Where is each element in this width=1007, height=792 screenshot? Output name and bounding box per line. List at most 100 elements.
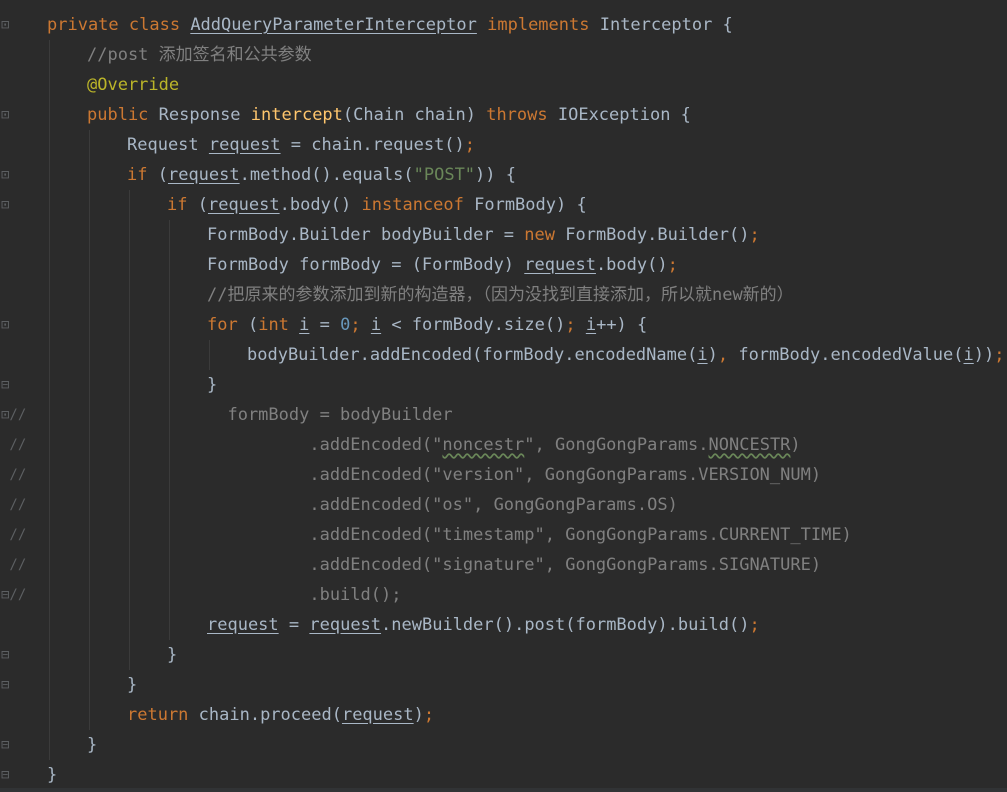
code-token: Response xyxy=(158,105,251,125)
code-line[interactable]: FormBody formBody = (FormBody) request.b… xyxy=(0,250,1007,280)
code-line[interactable]: ⊟} xyxy=(0,730,1007,760)
code-line[interactable]: // .addEncoded("os", GongGongParams.OS) xyxy=(0,490,1007,520)
fold-icon: ⊟ xyxy=(1,767,10,783)
code-token: = xyxy=(278,615,310,635)
code-line[interactable]: bodyBuilder.addEncoded(formBody.encodedN… xyxy=(0,340,1007,370)
gutter-marker[interactable]: ⊡// xyxy=(1,400,31,430)
code-token: ( xyxy=(157,165,168,185)
gutter-marker[interactable]: // xyxy=(1,430,31,460)
code-token: bodyBuilder.addEncoded(formBody.encodedN… xyxy=(247,345,698,365)
code-token: (Chain chain) xyxy=(342,105,487,125)
code-token: NONCESTR xyxy=(708,435,791,455)
gutter-marker[interactable] xyxy=(1,700,31,730)
gutter-marker[interactable]: ⊟// xyxy=(1,580,31,610)
code-token: Interceptor { xyxy=(599,15,733,35)
code-token: ; xyxy=(994,345,1005,365)
code-line[interactable]: ⊡ public Response intercept(Chain chain) … xyxy=(0,100,1007,130)
gutter-marker[interactable]: // xyxy=(1,520,31,550)
code-line[interactable]: // .addEncoded("noncestr", GongGongParam… xyxy=(0,430,1007,460)
code-token: request xyxy=(208,135,281,155)
code-token: "POST" xyxy=(413,165,476,185)
code-token: < formBody.size() xyxy=(381,315,566,335)
code-token: chain.proceed( xyxy=(198,705,342,725)
gutter-marker[interactable]: ⊡ xyxy=(1,310,31,340)
code-token: } xyxy=(47,765,58,785)
gutter-marker[interactable]: // xyxy=(1,550,31,580)
code-text: Request request = chain.request(); xyxy=(127,130,475,160)
code-line[interactable]: //把原来的参数添加到新的构造器，（因为没找到直接添加，所以就new新的） xyxy=(0,280,1007,310)
code-text: @Override xyxy=(87,70,179,100)
code-text: .addEncoded("os", GongGongParams.OS) xyxy=(207,490,678,520)
gutter-marker[interactable]: // xyxy=(1,490,31,520)
code-line[interactable]: ⊡ if (request.method().equals("POST")) { xyxy=(0,160,1007,190)
gutter-marker[interactable]: ⊟ xyxy=(1,760,31,790)
code-line[interactable]: // .addEncoded("signature", GongGongPara… xyxy=(0,550,1007,580)
code-line[interactable]: Request request = chain.request(); xyxy=(0,130,1007,160)
code-token: formBody = bodyBuilder xyxy=(207,405,453,425)
code-line[interactable]: ⊡// formBody = bodyBuilder xyxy=(0,400,1007,430)
gutter-marker[interactable] xyxy=(1,610,31,640)
code-token: )) xyxy=(973,345,995,365)
gutter-marker[interactable]: ⊟ xyxy=(1,730,31,760)
code-token: private xyxy=(47,15,129,35)
fold-icon: ⊡ xyxy=(1,17,10,33)
code-line[interactable]: // .addEncoded("timestamp", GongGongPara… xyxy=(0,520,1007,550)
code-line[interactable]: @Override xyxy=(0,70,1007,100)
gutter-marker[interactable] xyxy=(1,130,31,160)
code-token: ; xyxy=(423,705,435,725)
gutter-marker[interactable] xyxy=(1,280,31,310)
code-line[interactable]: //post 添加签名和公共参数 xyxy=(0,40,1007,70)
fold-icon: ⊟ xyxy=(1,677,10,693)
gutter-marker[interactable] xyxy=(1,250,31,280)
code-text: } xyxy=(207,370,217,400)
commented-line-marker: // xyxy=(1,467,27,483)
code-line[interactable]: ⊡ for (int i = 0; i < formBody.size(); i+… xyxy=(0,310,1007,340)
code-line[interactable]: ⊟} xyxy=(0,760,1007,790)
code-token: ++) { xyxy=(596,315,648,335)
code-token: ( xyxy=(197,195,208,215)
code-line[interactable]: ⊟} xyxy=(0,640,1007,670)
code-token: if xyxy=(127,165,158,185)
code-line[interactable]: request = request.newBuilder().post(form… xyxy=(0,610,1007,640)
code-line[interactable]: ⊟} xyxy=(0,670,1007,700)
gutter-marker[interactable] xyxy=(1,70,31,100)
gutter-marker[interactable]: ⊡ xyxy=(1,100,31,130)
code-line[interactable]: return chain.proceed(request); xyxy=(0,700,1007,730)
code-token: )) { xyxy=(475,165,516,185)
code-line[interactable]: // .addEncoded("version", GongGongParams… xyxy=(0,460,1007,490)
code-area[interactable]: ⊡ private class AddQueryParameterIntercep… xyxy=(0,10,1007,790)
code-token: intercept xyxy=(250,105,343,125)
code-text: request = request.newBuilder().post(form… xyxy=(207,610,760,640)
gutter-marker[interactable]: ⊡ xyxy=(1,190,31,220)
code-line[interactable]: ⊡ if (request.body() instanceof FormBody)… xyxy=(0,190,1007,220)
code-token: } xyxy=(127,675,138,695)
code-editor[interactable]: ⊡ private class AddQueryParameterIntercep… xyxy=(0,0,1007,792)
gutter-marker[interactable]: ⊡ xyxy=(1,160,31,190)
code-line[interactable]: ⊟// .build(); xyxy=(0,580,1007,610)
code-text: //把原来的参数添加到新的构造器，（因为没找到直接添加，所以就new新的） xyxy=(207,280,794,310)
code-token: AddQueryParameterInterceptor xyxy=(190,15,477,35)
gutter-marker[interactable]: ⊟ xyxy=(1,370,31,400)
gutter-marker[interactable]: ⊟ xyxy=(1,670,31,700)
code-token: = xyxy=(309,315,341,335)
code-token: formBody.encodedValue( xyxy=(738,345,964,365)
gutter-marker[interactable]: ⊡ xyxy=(1,10,31,40)
code-token: implements xyxy=(476,15,600,35)
gutter-marker[interactable] xyxy=(1,220,31,250)
code-token: 0 xyxy=(340,315,351,335)
gutter-marker[interactable]: ⊟ xyxy=(1,640,31,670)
code-token: ) xyxy=(790,435,801,455)
code-token: throws xyxy=(486,105,558,125)
gutter-marker[interactable] xyxy=(1,40,31,70)
gutter-marker[interactable]: // xyxy=(1,460,31,490)
gutter-marker[interactable] xyxy=(1,340,31,370)
code-text: } xyxy=(87,730,97,760)
code-token: ; xyxy=(350,315,371,335)
code-token: ; xyxy=(749,615,760,635)
code-line[interactable]: ⊟} xyxy=(0,370,1007,400)
code-token: } xyxy=(167,645,178,665)
code-line[interactable]: ⊡ private class AddQueryParameterIntercep… xyxy=(0,10,1007,40)
code-line[interactable]: FormBody.Builder bodyBuilder = new FormB… xyxy=(0,220,1007,250)
code-token: .addEncoded("os", GongGongParams.OS) xyxy=(207,495,678,515)
code-token: ; xyxy=(464,135,476,155)
